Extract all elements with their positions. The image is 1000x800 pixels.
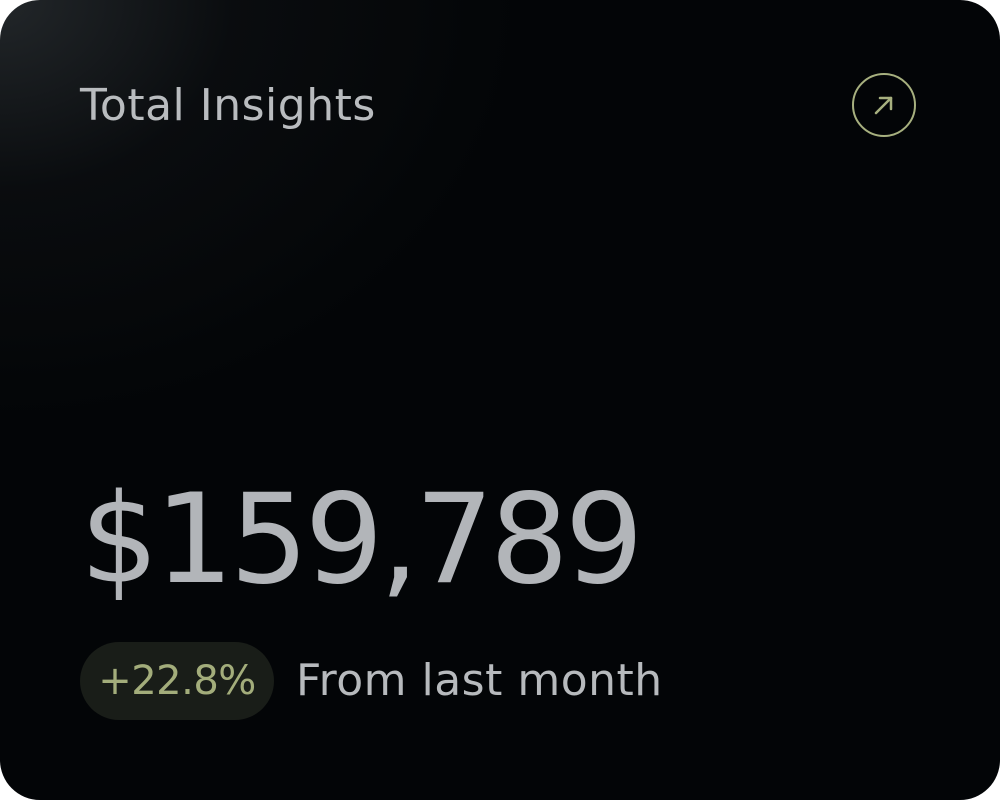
card-title: Total Insights	[80, 80, 376, 131]
arrow-up-right-icon	[874, 96, 893, 115]
change-badge: +22.8%	[80, 642, 274, 720]
change-caption: From last month	[296, 655, 663, 706]
open-details-button[interactable]	[852, 73, 916, 137]
change-badge-value: +22.8%	[98, 658, 256, 704]
total-amount: $159,789	[80, 468, 644, 612]
total-insights-card: Total Insights $159,789 +22.8% From last…	[0, 0, 1000, 800]
